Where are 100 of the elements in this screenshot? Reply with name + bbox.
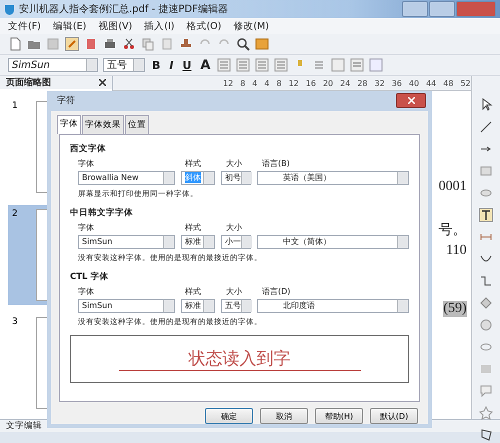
- scissors-icon[interactable]: [122, 37, 136, 51]
- panel-title: 页面缩略图: [6, 76, 51, 89]
- paragraph-icon[interactable]: [350, 58, 364, 72]
- polygon-icon[interactable]: [478, 428, 493, 442]
- align-icon[interactable]: [255, 58, 270, 72]
- close-icon[interactable]: [99, 79, 106, 86]
- app-logo-icon: [4, 4, 15, 14]
- tab[interactable]: 字体效果: [82, 114, 124, 134]
- menu-item[interactable]: 编辑(E): [52, 20, 86, 32]
- menu-item[interactable]: 格式(O): [186, 20, 222, 32]
- field-label: 样式: [185, 286, 202, 297]
- preview-text: 状态读入到字: [118, 346, 360, 371]
- ruler-number: 48: [443, 78, 454, 88]
- superscript-icon[interactable]: [369, 58, 384, 72]
- dialog-title: 字符: [57, 94, 75, 108]
- circle-icon[interactable]: [478, 318, 493, 332]
- rectangle-icon[interactable]: [478, 164, 493, 178]
- section-heading: 中日韩文字字体: [70, 206, 134, 219]
- ruler-number: 4: [264, 78, 270, 88]
- document-text: 110: [446, 243, 467, 259]
- menu-item[interactable]: 文件(F): [8, 20, 41, 32]
- pencil-icon[interactable]: [65, 37, 79, 51]
- document-text: 号。: [438, 222, 467, 239]
- ruler-number: 16: [306, 78, 316, 88]
- style-dropdown[interactable]: 标准: [181, 234, 215, 249]
- ruler-number: 12: [288, 78, 299, 88]
- ruler-number: 20: [322, 78, 334, 88]
- ruler-number: 52: [460, 78, 471, 88]
- language-dropdown[interactable]: 英语（美国）: [257, 170, 409, 185]
- diamond-icon[interactable]: [478, 296, 493, 310]
- ruler-number: 4: [252, 78, 258, 88]
- ruler-number: 8: [276, 78, 282, 88]
- tab[interactable]: 位置: [125, 114, 149, 134]
- document-text: 0001: [438, 179, 467, 195]
- zoom-icon[interactable]: [236, 37, 250, 51]
- paste-icon[interactable]: [160, 37, 174, 51]
- format-button[interactable]: I: [167, 58, 176, 72]
- document-text: (59): [443, 301, 467, 317]
- language-dropdown[interactable]: 北印度语: [257, 298, 409, 313]
- field-label: 语言(D): [262, 286, 292, 297]
- ruler-number: 32: [374, 78, 385, 88]
- size-dropdown[interactable]: 五号: [221, 298, 251, 313]
- align-icon[interactable]: [236, 58, 250, 72]
- dialog-button[interactable]: 取消: [260, 408, 308, 424]
- size-dropdown[interactable]: 初号: [221, 170, 251, 185]
- format-button[interactable]: B: [150, 58, 162, 72]
- dialog-button[interactable]: 帮助(H): [315, 408, 363, 424]
- ruler-number: 24: [340, 78, 350, 88]
- ruler-number: 40: [408, 78, 420, 88]
- align-icon[interactable]: [217, 58, 232, 72]
- dialog-button[interactable]: 确定: [205, 408, 253, 424]
- menu-item[interactable]: 视图(V): [98, 20, 132, 32]
- field-label: 字体: [78, 286, 95, 297]
- style-dropdown[interactable]: 标准: [181, 298, 215, 313]
- dialog-close-button[interactable]: [396, 93, 426, 108]
- ruler-number: 8: [240, 78, 246, 88]
- field-label: 大小: [226, 222, 243, 233]
- tab[interactable]: 字体: [57, 114, 81, 134]
- size-dropdown[interactable]: 小一: [221, 234, 251, 249]
- field-label: 大小: [226, 286, 243, 297]
- font-dropdown[interactable]: SimSun: [78, 234, 175, 249]
- pdf-icon[interactable]: [84, 37, 98, 51]
- line-icon[interactable]: [478, 120, 493, 134]
- minimize-button[interactable]: [402, 1, 428, 17]
- close-icon: [408, 97, 414, 104]
- ruler-number: 36: [392, 78, 402, 88]
- status-text: 文字编辑: [6, 420, 42, 432]
- field-label: 样式: [185, 222, 202, 233]
- text-tool-icon[interactable]: [478, 208, 493, 222]
- font-dropdown[interactable]: SimSun: [8, 58, 98, 72]
- ruler-number: 44: [426, 78, 436, 88]
- align-icon[interactable]: [274, 58, 288, 72]
- copy-icon[interactable]: [141, 37, 155, 51]
- field-label: 字体: [78, 222, 95, 233]
- dialog-button[interactable]: 默认(D): [370, 408, 418, 424]
- layout-icon[interactable]: [255, 37, 269, 51]
- section-heading: CTL 字体: [70, 270, 110, 283]
- maximize-button[interactable]: [429, 1, 455, 17]
- indent-icon[interactable]: [331, 58, 346, 72]
- ruler-number: 12: [223, 78, 234, 88]
- format-button[interactable]: U: [180, 58, 194, 72]
- section-heading: 西文字体: [70, 142, 107, 155]
- window-title: 安川机器人指令套例汇总.pdf - 捷速PDF编辑器: [19, 2, 228, 16]
- format-button[interactable]: A: [198, 58, 212, 72]
- polyline-icon[interactable]: [478, 274, 493, 288]
- star-icon[interactable]: [478, 406, 493, 420]
- font-dropdown[interactable]: Browallia New: [78, 170, 175, 185]
- ruler-number: 28: [357, 78, 368, 88]
- new-document-icon[interactable]: [8, 37, 22, 51]
- language-dropdown[interactable]: 中文（简体）: [257, 234, 409, 249]
- callout-icon[interactable]: [478, 384, 493, 398]
- field-label: 大小: [226, 158, 243, 169]
- font-size-dropdown[interactable]: 五号: [103, 58, 145, 72]
- menu-item[interactable]: 修改(M): [233, 20, 269, 32]
- printer-icon[interactable]: [103, 37, 117, 51]
- font-dropdown[interactable]: SimSun: [78, 298, 175, 313]
- field-label: 字体: [78, 158, 95, 169]
- field-label: 样式: [185, 158, 202, 169]
- save-icon[interactable]: [46, 37, 60, 51]
- menu-item[interactable]: 插入(I): [144, 20, 174, 32]
